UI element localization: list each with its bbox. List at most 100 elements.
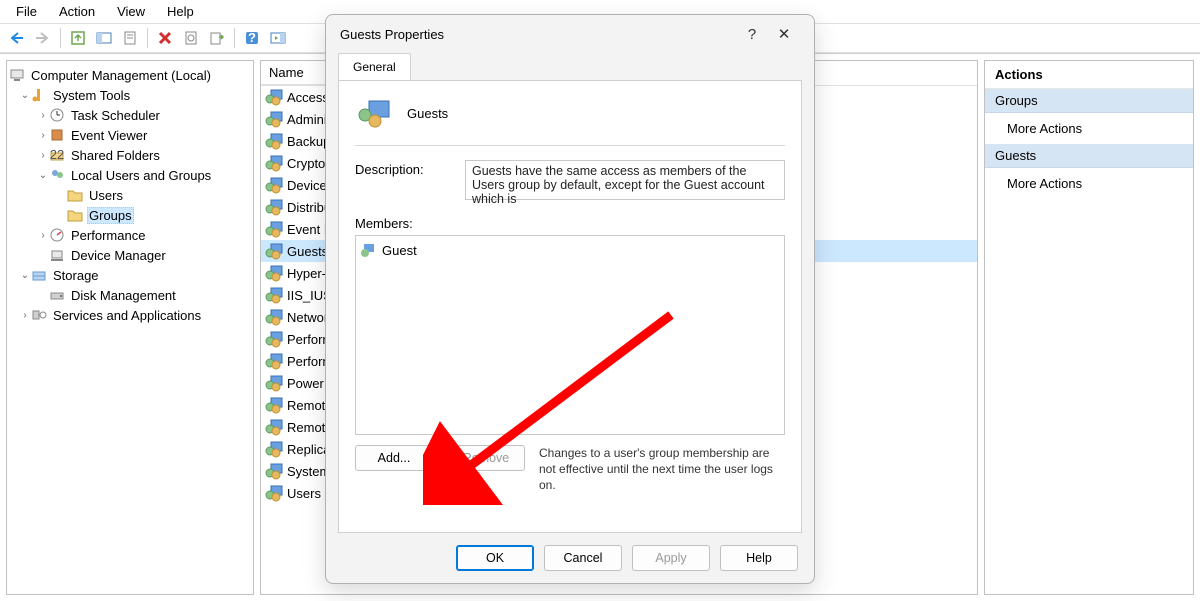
apply-button[interactable]: Apply — [632, 545, 710, 571]
expand-icon[interactable]: › — [37, 110, 49, 121]
group-name: Crypto — [287, 156, 325, 171]
export-button[interactable] — [206, 27, 228, 49]
group-icon — [265, 396, 283, 414]
toolbar-separator — [234, 28, 235, 48]
menu-view[interactable]: View — [107, 2, 155, 21]
group-name: Backup — [287, 134, 330, 149]
expand-icon[interactable]: › — [37, 150, 49, 161]
member-row[interactable]: Guest — [360, 240, 780, 260]
svg-text:?: ? — [248, 30, 256, 45]
up-button[interactable] — [67, 27, 89, 49]
group-name: Access — [287, 90, 329, 105]
users-groups-icon — [49, 167, 65, 183]
folder-icon — [67, 207, 83, 223]
group-name: Guests — [287, 244, 328, 259]
group-name: System — [287, 464, 330, 479]
tree-disk-management[interactable]: Disk Management — [9, 285, 251, 305]
tree-device-manager[interactable]: Device Manager — [9, 245, 251, 265]
group-icon — [265, 198, 283, 216]
help-button[interactable]: Help — [720, 545, 798, 571]
tree-users-folder[interactable]: Users — [9, 185, 251, 205]
expand-icon[interactable]: › — [37, 230, 49, 241]
group-name: Admini — [287, 112, 327, 127]
group-name: Replica — [287, 442, 330, 457]
show-hide-tree-button[interactable] — [93, 27, 115, 49]
actions-section-groups: Groups — [985, 89, 1193, 113]
tab-general[interactable]: General — [338, 53, 411, 80]
members-label: Members: — [355, 214, 445, 231]
forward-button[interactable] — [32, 27, 54, 49]
group-icon — [265, 110, 283, 128]
properties-toolbar-button[interactable] — [119, 27, 141, 49]
group-icon — [265, 374, 283, 392]
actions-more-guests[interactable]: More Actions — [985, 168, 1193, 199]
group-icon — [265, 330, 283, 348]
disk-icon — [49, 287, 65, 303]
tree-task-scheduler[interactable]: › Task Scheduler — [9, 105, 251, 125]
group-icon — [265, 88, 283, 106]
tools-icon — [31, 87, 47, 103]
group-icon — [265, 484, 283, 502]
tree-performance[interactable]: › Performance — [9, 225, 251, 245]
group-icon — [265, 440, 283, 458]
group-name: Device — [287, 178, 327, 193]
menu-file[interactable]: File — [6, 2, 47, 21]
tree-groups-folder[interactable]: Groups — [9, 205, 251, 225]
actions-title: Actions — [985, 61, 1193, 89]
collapse-icon[interactable]: ⌄ — [19, 270, 31, 281]
tree-system-tools[interactable]: ⌄ System Tools — [9, 85, 251, 105]
device-icon — [49, 247, 65, 263]
delete-button[interactable] — [154, 27, 176, 49]
members-list[interactable]: Guest — [355, 235, 785, 435]
back-button[interactable] — [6, 27, 28, 49]
close-icon[interactable]: ✕ — [768, 20, 800, 48]
tree-storage[interactable]: ⌄ Storage — [9, 265, 251, 285]
svg-text:22: 22 — [50, 147, 64, 162]
dialog-title: Guests Properties — [340, 27, 736, 42]
properties-dialog: Guests Properties ? ✕ General Guests Des… — [325, 14, 815, 584]
storage-icon — [31, 267, 47, 283]
cancel-button[interactable]: Cancel — [544, 545, 622, 571]
group-icon — [265, 154, 283, 172]
group-name: Users — [287, 486, 321, 501]
group-icon — [265, 264, 283, 282]
remove-button[interactable]: Remove — [447, 445, 525, 471]
member-name: Guest — [382, 243, 417, 258]
computer-icon — [9, 67, 25, 83]
clock-icon — [49, 107, 65, 123]
collapse-icon[interactable]: ⌄ — [19, 90, 31, 101]
group-name: Perforn — [287, 332, 330, 347]
description-field[interactable]: Guests have the same access as members o… — [465, 160, 785, 200]
group-large-icon — [355, 95, 391, 131]
event-icon — [49, 127, 65, 143]
tree-services-apps[interactable]: › Services and Applications — [9, 305, 251, 325]
membership-note: Changes to a user's group membership are… — [539, 445, 785, 494]
navigation-tree[interactable]: Computer Management (Local) ⌄ System Too… — [6, 60, 254, 595]
help-icon[interactable]: ? — [736, 20, 768, 48]
tree-local-users-groups[interactable]: ⌄ Local Users and Groups — [9, 165, 251, 185]
add-button[interactable]: Add... — [355, 445, 433, 471]
tree-event-viewer[interactable]: › Event Viewer — [9, 125, 251, 145]
tree-root[interactable]: Computer Management (Local) — [9, 65, 251, 85]
tree-shared-folders[interactable]: › 22 Shared Folders — [9, 145, 251, 165]
group-icon — [265, 132, 283, 150]
group-icon — [265, 242, 283, 260]
actions-more-groups[interactable]: More Actions — [985, 113, 1193, 144]
expand-icon[interactable]: › — [19, 310, 31, 321]
group-name-label: Guests — [407, 106, 448, 121]
group-icon — [265, 352, 283, 370]
group-name: Hyper- — [287, 266, 326, 281]
menu-help[interactable]: Help — [157, 2, 204, 21]
collapse-icon[interactable]: ⌄ — [37, 170, 49, 181]
description-label: Description: — [355, 160, 445, 200]
menu-action[interactable]: Action — [49, 2, 105, 21]
actions-section-guests: Guests — [985, 144, 1193, 168]
help-toolbar-button[interactable]: ? — [241, 27, 263, 49]
dialog-titlebar[interactable]: Guests Properties ? ✕ — [326, 15, 814, 53]
user-icon — [360, 242, 376, 258]
ok-button[interactable]: OK — [456, 545, 534, 571]
toolbar-separator — [147, 28, 148, 48]
refresh-button[interactable] — [180, 27, 202, 49]
expand-icon[interactable]: › — [37, 130, 49, 141]
action-pane-button[interactable] — [267, 27, 289, 49]
